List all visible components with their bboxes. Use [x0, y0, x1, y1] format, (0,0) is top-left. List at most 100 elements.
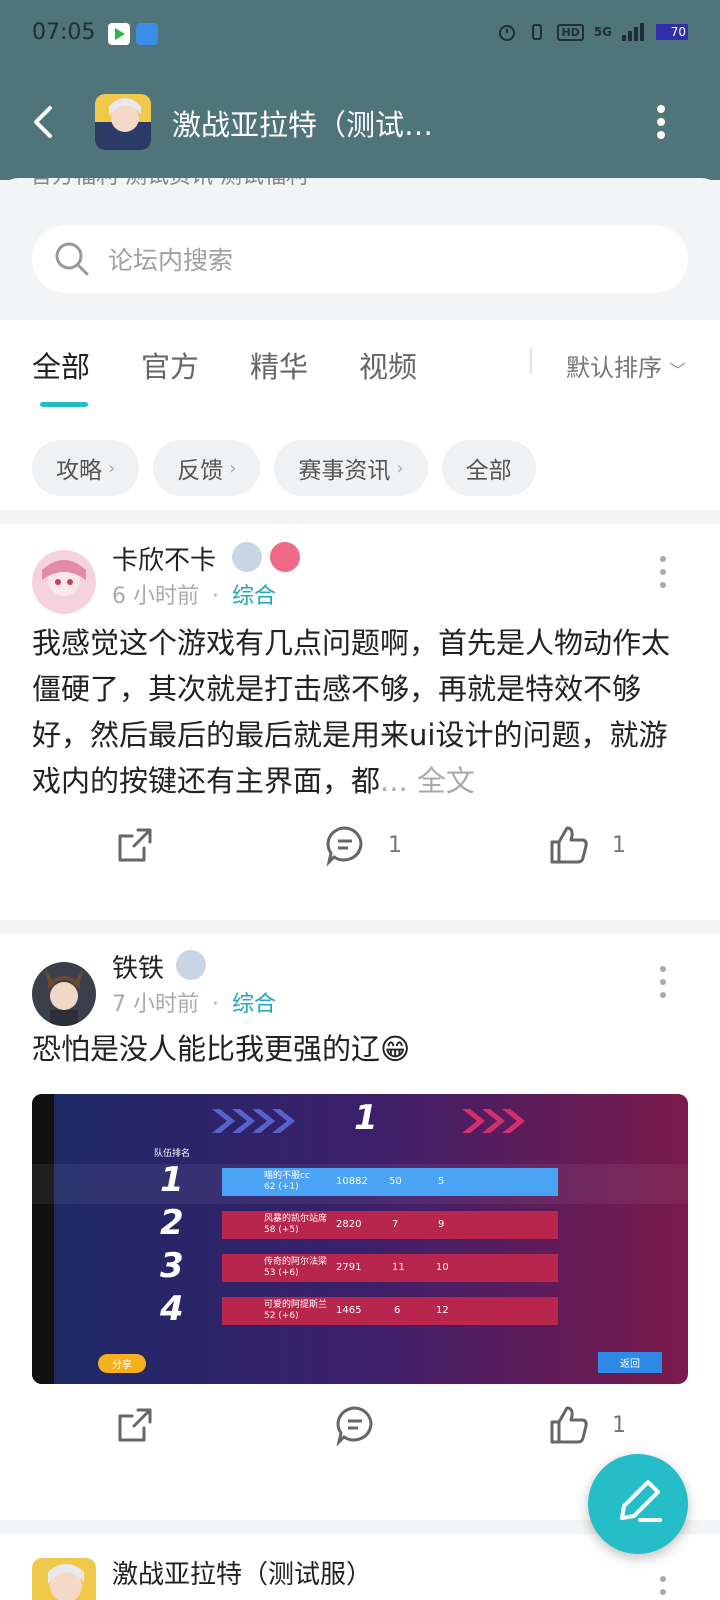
rank-number: 1 [160, 1160, 184, 1200]
comment-count: 1 [388, 832, 402, 858]
more-options-icon[interactable] [656, 104, 666, 140]
chip-feedback[interactable]: 反馈 › [153, 440, 261, 496]
user-avatar[interactable] [32, 550, 96, 614]
post-menu-icon[interactable] [658, 1574, 668, 1600]
search-bar[interactable] [32, 225, 688, 293]
player-score: 2791 [336, 1262, 362, 1273]
post-time: 7 小时前 [112, 992, 199, 1017]
comment-icon [336, 1406, 373, 1446]
share-icon [118, 828, 152, 862]
share-icon [118, 1408, 152, 1442]
chip-all[interactable]: 全部 [441, 440, 536, 496]
thumbs-up-icon [550, 826, 588, 864]
alarm-icon [499, 25, 516, 41]
filter-panel: 全部 官方 精华 视频 默认排序 ﹀ 攻略 › 反馈 › 赛事资讯 › 全部 [0, 320, 720, 510]
compose-button[interactable] [588, 1454, 688, 1554]
video-app-icon [108, 23, 130, 45]
return-chip: 返回 [598, 1352, 662, 1373]
rank-number: 4 [160, 1289, 184, 1329]
post-menu-icon[interactable] [658, 964, 668, 1000]
rank-row: 3 传奇的阿尔法梁 53 (+6) 2791 11 10 [32, 1246, 688, 1290]
chip-guides[interactable]: 攻略 › [32, 440, 140, 496]
player-level: 62 (+1) [264, 1182, 299, 1192]
rank-row: 4 可爱的阿提斯兰 52 (+6) 1465 6 12 [32, 1289, 688, 1333]
nav-bar: 激战亚拉特（测试… [0, 92, 720, 152]
comment-button[interactable]: 1 [324, 824, 402, 866]
rank-row: 1 喵的不服cc 62 (+1) 10882 50 5 [32, 1160, 688, 1204]
player-deaths: 9 [438, 1219, 445, 1230]
tab-official[interactable]: 官方 [141, 344, 199, 386]
comment-button[interactable] [334, 1404, 376, 1446]
chip-label: 赛事资讯 [298, 458, 391, 484]
forum-avatar[interactable] [95, 94, 151, 150]
post-menu-icon[interactable] [658, 554, 668, 590]
chip-events[interactable]: 赛事资讯 › [274, 440, 428, 496]
post-body[interactable]: 我感觉这个游戏有几点问题啊，首先是人物动作太僵硬了，其次就是打击感不够，再就是特… [32, 620, 692, 804]
post-meta: 7 小时前 · 综合 [112, 986, 276, 1018]
share-chip: 分享 [98, 1354, 146, 1373]
post-actions: 1 1 [0, 824, 720, 884]
player-deaths: 10 [436, 1262, 449, 1273]
like-button[interactable]: 1 [548, 1404, 626, 1446]
tab-video[interactable]: 视频 [359, 344, 417, 386]
app-header: 07:05 HD 5G 70 激战亚拉特（测试… [0, 0, 720, 180]
back-arrow-icon[interactable] [30, 104, 60, 140]
forum-sheet: 官方福利 测试资讯 测试福利 [0, 178, 720, 320]
username[interactable]: 铁铁 [112, 948, 164, 985]
like-count: 1 [612, 832, 626, 858]
divider [530, 348, 532, 374]
search-icon [55, 242, 89, 276]
rank-number: 2 [160, 1203, 184, 1243]
like-button[interactable]: 1 [548, 824, 626, 866]
tab-featured[interactable]: 精华 [250, 344, 308, 386]
player-kills: 6 [394, 1305, 401, 1316]
level-badge-icon [232, 542, 262, 572]
flame-badge-icon [270, 542, 300, 572]
post-card[interactable]: 铁铁 7 小时前 · 综合 恐怕是没人能比我更强的辽😁 1 队伍排名 1 喵的不… [0, 934, 720, 1520]
post-text: 恐怕是没人能比我更强的辽😁 [32, 1032, 411, 1066]
sort-dropdown[interactable]: 默认排序 ﹀ [566, 348, 686, 383]
status-bar: 07:05 HD 5G 70 [32, 20, 688, 50]
pen-icon [620, 1480, 662, 1522]
chevron-right-icon: › [396, 457, 404, 479]
player-score: 2820 [336, 1219, 362, 1230]
player-score: 10882 [336, 1176, 368, 1187]
chip-label: 反馈 [177, 458, 224, 484]
post-body[interactable]: 恐怕是没人能比我更强的辽😁 [32, 1026, 692, 1072]
chip-label: 攻略 [56, 458, 102, 484]
post-image[interactable]: 1 队伍排名 1 喵的不服cc 62 (+1) 10882 50 5 2 风暴的… [32, 1094, 688, 1384]
status-time: 07:05 [32, 20, 96, 45]
battery-icon: 70 [656, 24, 688, 40]
post-category[interactable]: 综合 [232, 992, 276, 1017]
user-avatar[interactable] [32, 1558, 96, 1600]
like-count: 1 [612, 1412, 626, 1438]
tab-all[interactable]: 全部 [32, 344, 90, 386]
player-kills: 7 [392, 1219, 399, 1230]
rank-title: 1 [354, 1098, 378, 1138]
username[interactable]: 卡欣不卡 [112, 540, 216, 577]
vibrate-icon [532, 24, 543, 40]
player-deaths: 12 [436, 1305, 449, 1316]
player-name: 喵的不服cc [264, 1171, 310, 1181]
sort-label: 默认排序 [566, 354, 662, 382]
status-icons: HD 5G 70 [497, 22, 688, 42]
player-name: 可爱的阿提斯兰 [264, 1300, 328, 1310]
divider [0, 920, 720, 934]
player-kills: 11 [392, 1262, 405, 1273]
user-avatar[interactable] [32, 962, 96, 1026]
forum-title: 激战亚拉特（测试… [172, 108, 434, 142]
meta-dot: · [212, 584, 219, 609]
category-chips: 攻略 › 反馈 › 赛事资讯 › 全部 [32, 440, 536, 496]
share-button[interactable] [114, 1404, 156, 1446]
comment-icon [326, 826, 363, 866]
read-more-link[interactable]: ... 全文 [380, 764, 475, 798]
share-button[interactable] [114, 824, 156, 866]
hd-icon: HD [557, 23, 584, 41]
game-app-icon [136, 23, 158, 45]
search-input[interactable] [106, 235, 650, 285]
post-card[interactable]: 卡欣不卡 6 小时前 · 综合 我感觉这个游戏有几点问题啊，首先是人物动作太僵硬… [0, 524, 720, 920]
tab-underline [40, 402, 88, 407]
network-label: 5G [593, 25, 612, 39]
username[interactable]: 激战亚拉特（测试服） [112, 1554, 372, 1591]
post-category[interactable]: 综合 [232, 584, 276, 609]
